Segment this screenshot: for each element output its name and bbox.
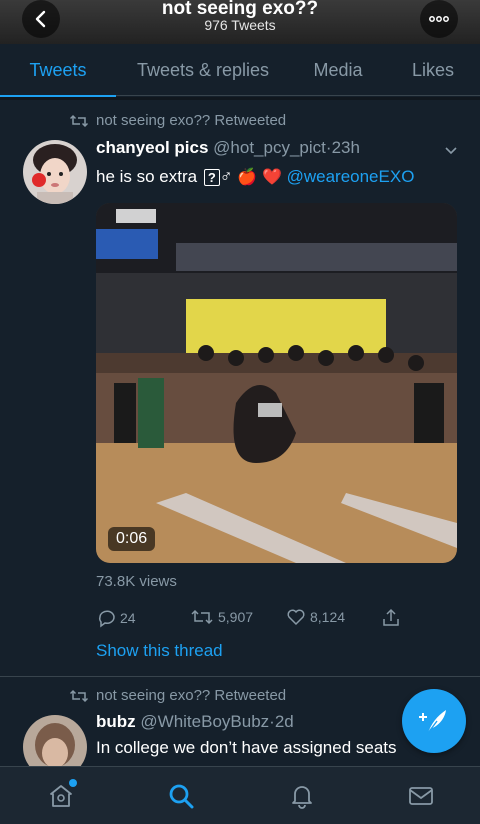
tab-tweets-replies[interactable]: Tweets & replies [116, 44, 290, 96]
retweet-icon [70, 689, 88, 702]
tweet-text-prefix: he is so extra [96, 167, 198, 186]
author-handle[interactable]: @WhiteBoyBubz [140, 712, 269, 731]
male-sign: ♂ [219, 167, 233, 186]
home-icon [50, 785, 72, 807]
chevron-down-icon[interactable] [444, 143, 458, 157]
view-count: 73.8K views [96, 573, 177, 590]
mail-icon [409, 787, 433, 805]
like-button[interactable]: 8,124 [286, 608, 345, 626]
profile-tabs: Tweets Tweets & replies Media Likes [0, 44, 480, 97]
tab-media[interactable]: Media [290, 44, 386, 96]
tweet-time[interactable]: 2d [275, 712, 294, 731]
retweet-button[interactable]: 5,907 [190, 608, 253, 626]
bell-icon [292, 786, 312, 809]
nav-messages[interactable] [408, 783, 434, 809]
share-button[interactable] [381, 608, 401, 628]
nav-notifications[interactable] [289, 783, 315, 809]
retweet-label: not seeing exo?? Retweeted [96, 687, 287, 704]
tweet-count: 976 Tweets [204, 17, 276, 33]
reply-count: 24 [120, 610, 136, 626]
retweet-context: not seeing exo?? Retweeted [70, 112, 286, 129]
video-player[interactable]: 0:06 [96, 203, 457, 563]
reply-button[interactable]: 24 [96, 608, 136, 628]
like-count: 8,124 [310, 609, 346, 625]
notification-dot [69, 779, 77, 787]
tweet-time[interactable]: 23h [332, 138, 360, 157]
heart-emoji: ❤️ [261, 169, 282, 186]
bottom-navigation [0, 766, 480, 824]
ellipsis-icon [429, 16, 449, 22]
mention-link[interactable]: @weareoneEXO [287, 167, 415, 186]
avatar[interactable] [23, 140, 87, 204]
tweet-text: he is so extra ? ♂ 🍎 ❤️ @weareoneEXO [96, 167, 414, 187]
share-icon [383, 608, 399, 626]
tab-likes[interactable]: Likes [386, 44, 480, 96]
profile-header: not seeing exo?? 976 Tweets [0, 0, 480, 44]
video-thumbnail [96, 203, 457, 563]
search-icon [169, 784, 194, 809]
retweet-icon [70, 114, 88, 127]
retweet-icon [191, 609, 213, 625]
author-name[interactable]: chanyeol pics [96, 138, 208, 157]
question-box-glyph: ? [203, 169, 220, 186]
nav-search[interactable] [168, 783, 194, 809]
reply-icon [99, 610, 115, 628]
compose-tweet-button[interactable] [402, 689, 466, 753]
retweet-context: not seeing exo?? Retweeted [70, 687, 286, 704]
more-options-button[interactable] [420, 0, 458, 38]
nav-home[interactable] [48, 779, 77, 809]
video-duration: 0:06 [108, 527, 156, 551]
tweet-author-line: bubz @WhiteBoyBubz·2d [96, 712, 294, 732]
apple-emoji: 🍎 [237, 169, 258, 186]
tab-tweets[interactable]: Tweets [0, 44, 116, 97]
show-thread-link[interactable]: Show this thread [96, 641, 223, 661]
tweet-actions: 24 5,907 8,124 [96, 608, 416, 632]
tweet-text: In college we don’t have assigned seats [96, 738, 397, 757]
compose-feather-icon [419, 710, 446, 734]
author-name[interactable]: bubz [96, 712, 136, 731]
tweet-author-line: chanyeol pics @hot_pcy_pict·23h [96, 138, 360, 158]
retweet-count: 5,907 [218, 609, 254, 625]
tweet-card[interactable]: not seeing exo?? Retweeted chanyeol pics… [0, 100, 480, 676]
retweet-label: not seeing exo?? Retweeted [96, 112, 287, 129]
heart-icon [287, 609, 305, 626]
author-handle[interactable]: @hot_pcy_pict [213, 138, 326, 157]
